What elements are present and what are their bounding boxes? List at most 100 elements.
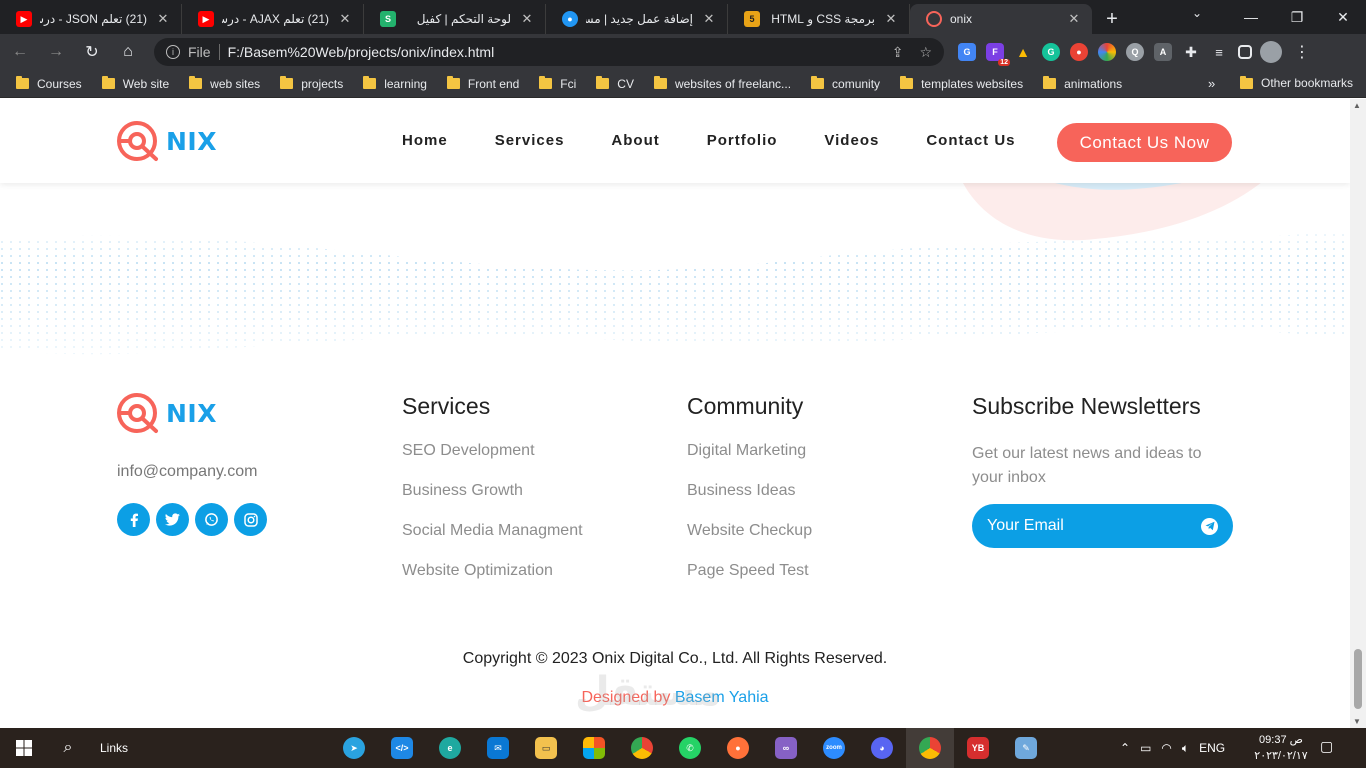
- avatar[interactable]: [1260, 41, 1282, 63]
- site-logo[interactable]: NIX: [116, 119, 217, 163]
- language-indicator[interactable]: ENG: [1199, 741, 1225, 755]
- q-extension-icon[interactable]: Q: [1126, 43, 1144, 61]
- share-icon[interactable]: ⇪: [892, 44, 904, 61]
- translate-extension-icon[interactable]: G: [958, 43, 976, 61]
- side-panel-icon[interactable]: [1238, 45, 1252, 59]
- minimize-icon[interactable]: —: [1228, 0, 1274, 34]
- bookmark-animations[interactable]: animations: [1043, 76, 1122, 91]
- whatsapp-icon[interactable]: [195, 503, 228, 536]
- footer-link[interactable]: Website Checkup: [687, 522, 812, 540]
- chrome-active-app-icon[interactable]: [906, 728, 954, 768]
- font-extension-icon[interactable]: A: [1154, 43, 1172, 61]
- bookmark-web-sites[interactable]: web sites: [189, 76, 260, 91]
- extensions-puzzle-icon[interactable]: ✚: [1182, 43, 1200, 61]
- grammarly-extension-icon[interactable]: G: [1042, 43, 1060, 61]
- footer-email[interactable]: info@company.com: [117, 463, 257, 481]
- footer-link[interactable]: Page Speed Test: [687, 562, 812, 580]
- file-explorer-icon[interactable]: ▭: [522, 728, 570, 768]
- footer-logo[interactable]: NIX: [116, 391, 217, 435]
- close-icon[interactable]: ✕: [701, 11, 717, 27]
- wifi-icon[interactable]: ◠: [1161, 741, 1171, 755]
- bookmark-learning[interactable]: learning: [363, 76, 427, 91]
- close-icon[interactable]: ✕: [1066, 11, 1082, 27]
- close-icon[interactable]: ✕: [155, 11, 171, 27]
- footer-link[interactable]: Digital Marketing: [687, 442, 812, 460]
- new-tab-button[interactable]: +: [1092, 4, 1132, 34]
- recorder-extension-icon[interactable]: ●: [1070, 43, 1088, 61]
- search-icon[interactable]: ⌕: [48, 728, 88, 768]
- nav-services[interactable]: Services: [495, 132, 565, 149]
- zoom-app-icon[interactable]: zoom: [810, 728, 858, 768]
- close-icon[interactable]: ✕: [337, 11, 353, 27]
- back-icon[interactable]: ←: [4, 36, 36, 68]
- color-extension-icon[interactable]: [1098, 43, 1116, 61]
- footer-link[interactable]: Social Media Managment: [402, 522, 583, 540]
- url-text[interactable]: F:/Basem%20Web/projects/onix/index.html: [228, 44, 876, 60]
- close-icon[interactable]: ✕: [519, 11, 535, 27]
- email-field[interactable]: Your Email: [972, 504, 1233, 548]
- page-scrollbar[interactable]: ▲ ▼: [1350, 99, 1366, 728]
- chevron-up-icon[interactable]: ⌃: [1120, 741, 1130, 755]
- send-button[interactable]: [1201, 517, 1218, 535]
- visual-studio-app-icon[interactable]: ∞: [762, 728, 810, 768]
- volume-icon[interactable]: 🔈︎: [1182, 741, 1189, 756]
- close-window-icon[interactable]: ✕: [1320, 0, 1366, 34]
- home-icon[interactable]: ⌂: [112, 36, 144, 68]
- mail-app-icon[interactable]: ✉: [474, 728, 522, 768]
- scroll-up-icon[interactable]: ▲: [1353, 101, 1361, 110]
- nav-contact[interactable]: Contact Us: [926, 132, 1015, 149]
- notification-icon[interactable]: ▢: [1320, 738, 1333, 755]
- yb-app-icon[interactable]: YB: [954, 728, 1002, 768]
- address-bar[interactable]: i File F:/Basem%20Web/projects/onix/inde…: [154, 38, 944, 66]
- store-app-icon[interactable]: [570, 728, 618, 768]
- bookmark-star-icon[interactable]: ☆: [919, 44, 932, 61]
- tab-search-icon[interactable]: ⌄: [1192, 6, 1202, 20]
- firefox-app-icon[interactable]: ●: [714, 728, 762, 768]
- vscode-app-icon[interactable]: </>: [378, 728, 426, 768]
- restore-icon[interactable]: ❐: [1274, 0, 1320, 34]
- telegram-app-icon[interactable]: ➤: [330, 728, 378, 768]
- bookmark-web-site[interactable]: Web site: [101, 76, 169, 91]
- battery-icon[interactable]: ▭: [1140, 741, 1151, 755]
- twitter-icon[interactable]: [156, 503, 189, 536]
- facebook-icon[interactable]: [117, 503, 150, 536]
- bookmark-cv[interactable]: CV: [596, 76, 634, 91]
- nav-about[interactable]: About: [611, 132, 659, 149]
- tab-json-lesson[interactable]: ▶ (21) تعلم JSON - درس ✕: [0, 4, 182, 34]
- drive-extension-icon[interactable]: ▲: [1014, 43, 1032, 61]
- more-bookmarks-button[interactable]: »: [1208, 76, 1215, 91]
- close-icon[interactable]: ✕: [883, 11, 899, 27]
- bookmark-fci[interactable]: Fci: [539, 76, 576, 91]
- bookmark-front-end[interactable]: Front end: [446, 76, 519, 91]
- windows-start-icon[interactable]: [0, 728, 48, 768]
- bookmark-courses[interactable]: Courses: [16, 76, 82, 91]
- scroll-thumb[interactable]: [1354, 649, 1362, 709]
- links-toolbar[interactable]: Links: [100, 741, 128, 755]
- footer-link[interactable]: Website Optimization: [402, 562, 583, 580]
- reload-icon[interactable]: ↻: [76, 36, 108, 68]
- whatsapp-app-icon[interactable]: ✆: [666, 728, 714, 768]
- bookmark-comunity[interactable]: comunity: [811, 76, 880, 91]
- info-icon[interactable]: i: [166, 45, 180, 59]
- bookmark-projects[interactable]: projects: [280, 76, 343, 91]
- footer-link[interactable]: SEO Development: [402, 442, 583, 460]
- nav-portfolio[interactable]: Portfolio: [707, 132, 778, 149]
- discord-app-icon[interactable]: ◕: [858, 728, 906, 768]
- scroll-down-icon[interactable]: ▼: [1353, 717, 1361, 726]
- bookmark-freelance[interactable]: websites of freelanc...: [653, 76, 791, 91]
- clock[interactable]: 09:37 ص ٢٠٢٣/٠٢/١٧: [1250, 732, 1312, 764]
- tab-html-css[interactable]: 5 برمجة CSS و HTML | خد ✕: [728, 4, 910, 34]
- badge-extension-icon[interactable]: F 12: [986, 43, 1010, 66]
- tab-mostaql[interactable]: ● إضافة عمل جديد | مستقل ✕: [546, 4, 728, 34]
- tab-kafiil[interactable]: S لوحة التحكم | كفيل ✕: [364, 4, 546, 34]
- other-bookmarks[interactable]: Other bookmarks: [1240, 75, 1353, 90]
- edge-app-icon[interactable]: e: [426, 728, 474, 768]
- footer-link[interactable]: Business Ideas: [687, 482, 812, 500]
- contact-us-now-button[interactable]: Contact Us Now: [1057, 123, 1232, 162]
- nav-home[interactable]: Home: [402, 132, 448, 149]
- menu-kebab-icon[interactable]: ⋮: [1286, 36, 1318, 68]
- notes-app-icon[interactable]: ✎: [1002, 728, 1050, 768]
- forward-icon[interactable]: →: [40, 36, 72, 68]
- footer-link[interactable]: Business Growth: [402, 482, 583, 500]
- chrome-app-icon[interactable]: [618, 728, 666, 768]
